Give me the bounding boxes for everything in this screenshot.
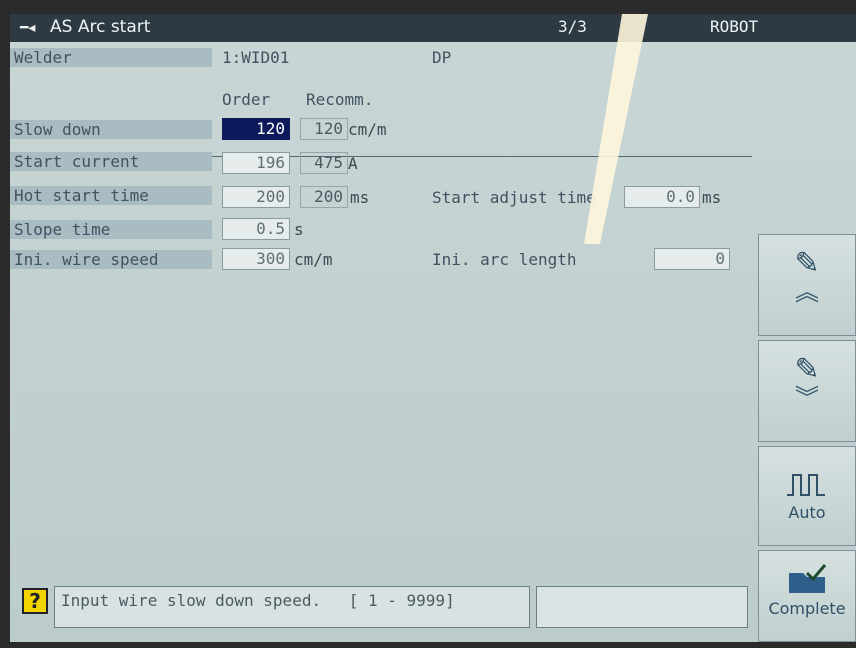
slow-down-recomm-value: 120	[300, 118, 348, 140]
welder-value: 1:WID01	[222, 48, 290, 67]
page-up-button[interactable]: ✎ ︽	[758, 234, 856, 336]
hot-start-time-order-field[interactable]: 200	[222, 186, 290, 208]
welder-label: Welder	[10, 48, 212, 67]
start-adjust-time-label: Start adjust time	[432, 188, 596, 207]
title-bar: ━◂ AS Arc start 3/3 ROBOT	[10, 14, 856, 42]
ini-arc-length-label: Ini. arc length	[432, 250, 577, 269]
ini-arc-length-field[interactable]: 0	[654, 248, 730, 270]
pulse-wave-icon	[787, 474, 825, 496]
auto-label: Auto	[788, 503, 826, 522]
hot-start-time-label: Hot start time	[10, 186, 212, 205]
start-current-label: Start current	[10, 152, 212, 171]
slope-time-unit: s	[294, 220, 304, 239]
pendant-screen: ━◂ AS Arc start 3/3 ROBOT Welder 1:WID01…	[10, 14, 856, 642]
folder-check-icon	[789, 564, 827, 593]
light-glare	[584, 14, 648, 244]
hot-start-time-unit: ms	[350, 188, 370, 207]
auto-button[interactable]: Auto	[758, 446, 856, 546]
ini-wire-speed-label: Ini. wire speed	[10, 250, 212, 269]
start-adjust-time-field[interactable]: 0.0	[624, 186, 700, 208]
status-bar: ? Input wire slow down speed. [ 1 - 9999…	[20, 586, 748, 630]
chevron-double-up-icon: ︽	[795, 278, 819, 306]
book-pen-icon: ✎	[794, 246, 820, 281]
help-message-range: [ 1 - 9999]	[348, 591, 455, 610]
slope-time-field[interactable]: 0.5	[222, 218, 290, 240]
slow-down-unit: cm/m	[348, 120, 387, 139]
chevron-double-down-icon: ︾	[795, 384, 819, 412]
ini-wire-speed-field[interactable]: 300	[222, 248, 290, 270]
column-recomm: Recomm.	[306, 90, 374, 109]
hot-start-time-recomm-value: 200	[300, 186, 348, 208]
complete-button[interactable]: Complete	[758, 550, 856, 642]
slope-time-label: Slope time	[10, 220, 212, 239]
column-order: Order	[222, 90, 271, 109]
welder-process: DP	[432, 48, 452, 67]
aux-message-box	[536, 586, 748, 628]
book-pen-icon: ✎	[794, 352, 820, 387]
help-message-text: Input wire slow down speed.	[61, 591, 322, 610]
start-current-recomm-value: 475	[300, 152, 348, 174]
question-icon[interactable]: ?	[22, 588, 48, 614]
start-current-order-field[interactable]: 196	[222, 152, 290, 174]
slow-down-order-field[interactable]: 120	[222, 118, 290, 140]
plug-icon: ━◂	[20, 20, 36, 36]
start-adjust-time-unit: ms	[702, 188, 722, 207]
start-current-unit: A	[348, 154, 358, 173]
mode-indicator: ROBOT	[710, 17, 759, 36]
screen-title: AS Arc start	[50, 17, 151, 37]
page-down-button[interactable]: ✎ ︾	[758, 340, 856, 442]
slow-down-label: Slow down	[10, 120, 212, 139]
page-indicator: 3/3	[558, 17, 587, 36]
help-message: Input wire slow down speed. [ 1 - 9999]	[54, 586, 530, 628]
complete-label: Complete	[768, 599, 846, 618]
ini-wire-speed-unit: cm/m	[294, 250, 333, 269]
